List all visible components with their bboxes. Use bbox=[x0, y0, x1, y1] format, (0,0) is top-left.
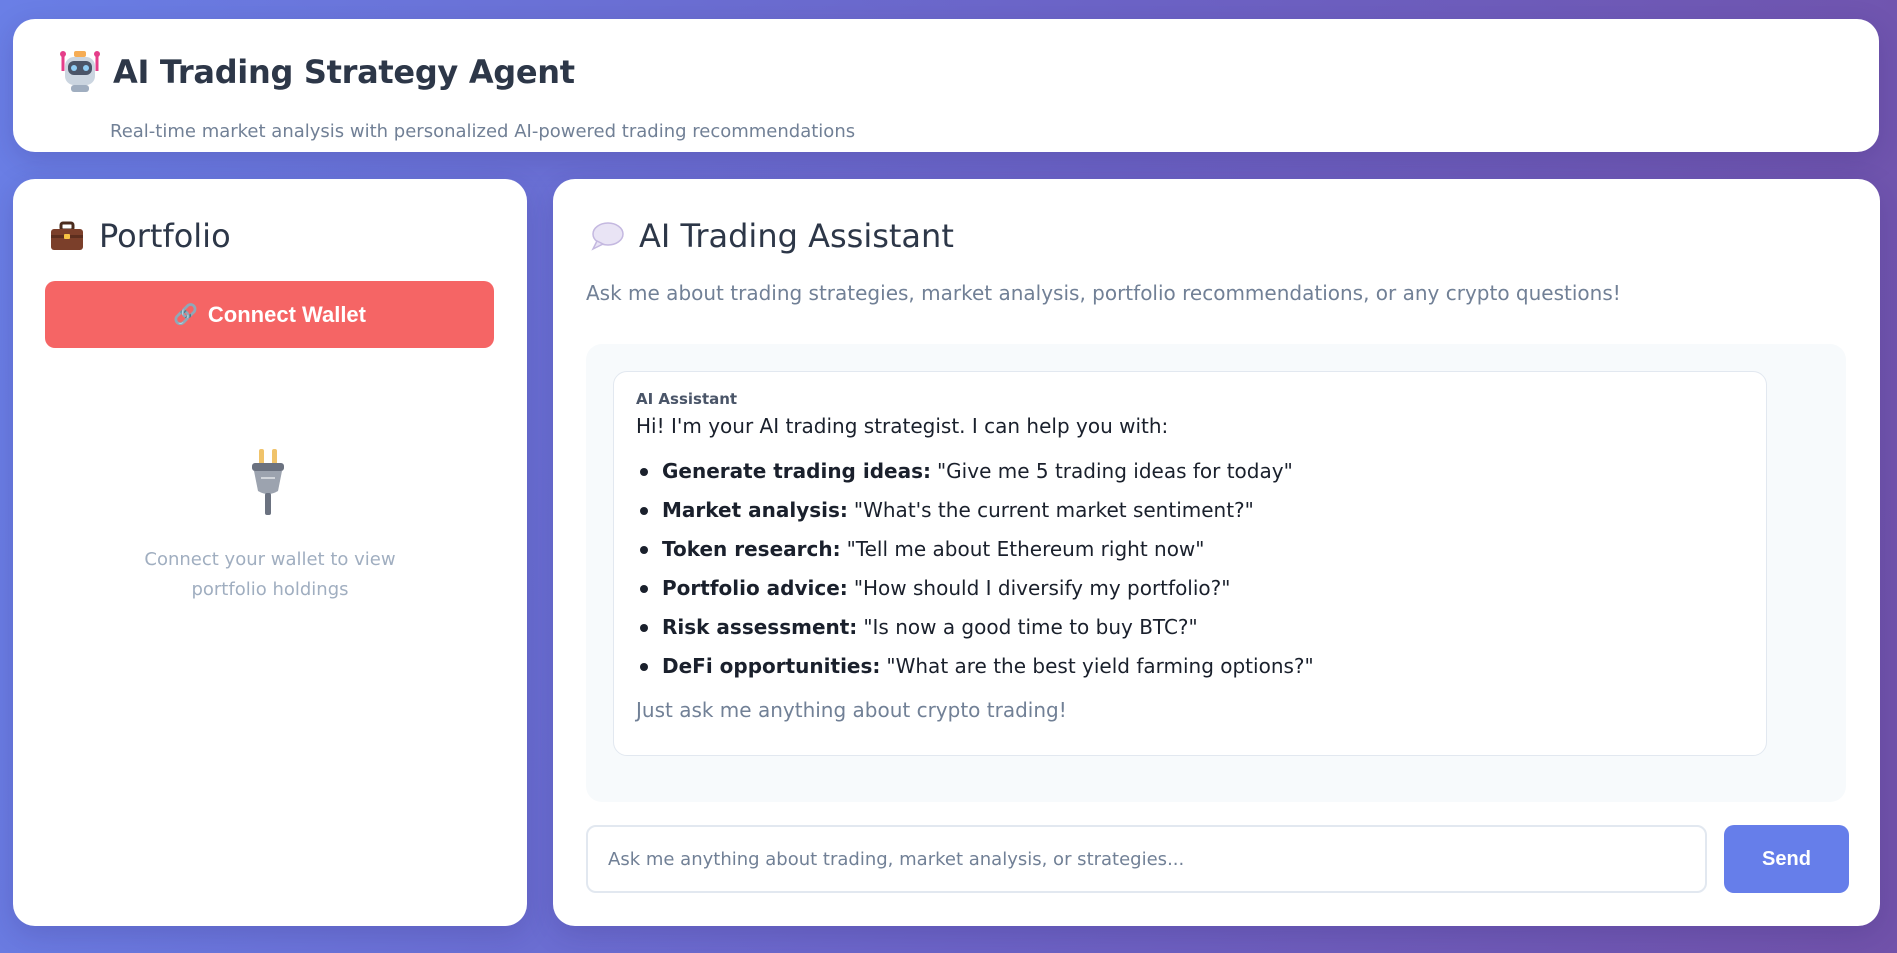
chat-input[interactable] bbox=[586, 825, 1707, 893]
portfolio-title-row: Portfolio bbox=[50, 217, 231, 255]
item-example: "Give me 5 trading ideas for today" bbox=[936, 459, 1293, 483]
item-example: "Is now a good time to buy BTC?" bbox=[863, 615, 1198, 639]
bullet bbox=[640, 545, 648, 554]
robot-icon bbox=[60, 51, 100, 92]
message-intro: Hi! I'm your AI trading strategist. I ca… bbox=[636, 414, 1169, 438]
bullet bbox=[640, 584, 648, 593]
list-item: Market analysis: "What's the current mark… bbox=[640, 491, 1744, 530]
link-icon: 🔗 bbox=[173, 304, 198, 326]
list-item: DeFi opportunities: "What are the best yi… bbox=[640, 647, 1744, 686]
item-example: "What's the current market sentiment?" bbox=[853, 498, 1254, 522]
item-example: "How should I diversify my portfolio?" bbox=[853, 576, 1231, 600]
page-title: AI Trading Strategy Agent bbox=[113, 53, 575, 91]
message-sender: AI Assistant bbox=[636, 390, 738, 408]
item-example: "What are the best yield farming options… bbox=[886, 654, 1314, 678]
speech-bubble-icon bbox=[591, 222, 624, 251]
bullet bbox=[640, 467, 648, 476]
bullet bbox=[640, 506, 648, 515]
portfolio-empty-state: Connect your wallet to view portfolio ho… bbox=[13, 545, 527, 605]
capability-list: Generate trading ideas: "Give me 5 tradin… bbox=[636, 452, 1744, 686]
item-label: DeFi opportunities: bbox=[662, 654, 881, 678]
briefcase-icon bbox=[51, 221, 83, 250]
list-item: Token research: "Tell me about Ethereum r… bbox=[640, 530, 1744, 569]
assistant-title: AI Trading Assistant bbox=[639, 217, 954, 255]
item-label: Market analysis: bbox=[662, 498, 848, 522]
plug-icon bbox=[252, 449, 284, 515]
header-card: AI Trading Strategy Agent Real-time mark… bbox=[13, 19, 1879, 152]
assistant-title-row: AI Trading Assistant bbox=[590, 217, 954, 255]
item-label: Generate trading ideas: bbox=[662, 459, 931, 483]
portfolio-panel: Portfolio 🔗 Connect Wallet Connect your … bbox=[13, 179, 527, 926]
connect-wallet-button[interactable]: 🔗 Connect Wallet bbox=[45, 281, 494, 348]
item-example: "Tell me about Ethereum right now" bbox=[846, 537, 1205, 561]
item-label: Token research: bbox=[662, 537, 841, 561]
assistant-panel: AI Trading Assistant Ask me about tradin… bbox=[553, 179, 1880, 926]
connect-wallet-label: Connect Wallet bbox=[207, 301, 366, 327]
ai-message-bubble: AI Assistant Hi! I'm your AI trading str… bbox=[613, 371, 1767, 756]
message-outro: Just ask me anything about crypto tradin… bbox=[636, 698, 1067, 722]
page-subtitle: Real-time market analysis with personali… bbox=[110, 121, 856, 142]
list-item: Risk assessment: "Is now a good time to b… bbox=[640, 608, 1744, 647]
bullet bbox=[640, 623, 648, 632]
chat-messages[interactable]: AI Assistant Hi! I'm your AI trading str… bbox=[586, 344, 1846, 802]
item-label: Risk assessment: bbox=[662, 615, 858, 639]
item-label: Portfolio advice: bbox=[662, 576, 848, 600]
send-button[interactable]: Send bbox=[1724, 825, 1849, 893]
empty-state-line: Connect your wallet to view bbox=[144, 549, 396, 570]
portfolio-title: Portfolio bbox=[99, 217, 231, 255]
list-item: Generate trading ideas: "Give me 5 tradin… bbox=[640, 452, 1744, 491]
bullet bbox=[640, 662, 648, 671]
list-item: Portfolio advice: "How should I diversify… bbox=[640, 569, 1744, 608]
header-title-row: AI Trading Strategy Agent bbox=[57, 49, 575, 95]
empty-state-line: portfolio holdings bbox=[191, 579, 349, 600]
assistant-description: Ask me about trading strategies, market … bbox=[586, 281, 1621, 305]
